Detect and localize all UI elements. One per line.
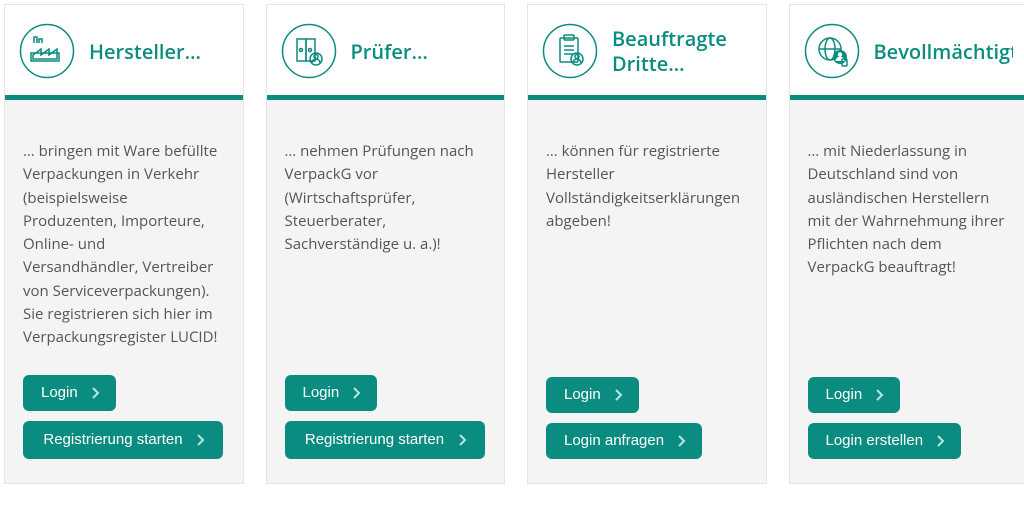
login-button[interactable]: Login bbox=[23, 375, 116, 411]
card-description: … bringen mit Ware befüllte Verpackungen… bbox=[23, 140, 225, 349]
login-button[interactable]: Login bbox=[285, 375, 378, 411]
button-label: Login erstellen bbox=[826, 432, 924, 450]
card-description: … mit Niederlassung in Deutschland sind … bbox=[808, 140, 1010, 351]
card-header: Bevollmächtigte… bbox=[790, 5, 1024, 95]
register-button[interactable]: Registrierung starten bbox=[23, 421, 223, 459]
globe-user-icon bbox=[804, 23, 860, 79]
clipboard-user-icon bbox=[542, 23, 598, 79]
login-button[interactable]: Login bbox=[808, 377, 901, 413]
card-actions: Login Registrierung starten bbox=[285, 375, 487, 459]
chevron-right-icon bbox=[353, 387, 361, 399]
card-title: Hersteller… bbox=[89, 39, 201, 64]
card-body: … können für registrierte Hersteller Vol… bbox=[528, 100, 766, 483]
chevron-right-icon bbox=[876, 389, 884, 401]
binders-icon bbox=[281, 23, 337, 79]
role-cards: Hersteller… … bringen mit Ware befüllte … bbox=[4, 4, 1024, 484]
card-header: Beauftragte Dritte… bbox=[528, 5, 766, 95]
card-body: … bringen mit Ware befüllte Verpackungen… bbox=[5, 100, 243, 483]
card-title: Beauftragte Dritte… bbox=[612, 26, 752, 76]
chevron-right-icon bbox=[92, 387, 100, 399]
login-create-button[interactable]: Login erstellen bbox=[808, 423, 962, 459]
card-header: Prüfer… bbox=[267, 5, 505, 95]
button-label: Registrierung starten bbox=[43, 431, 183, 449]
button-label: Login bbox=[41, 384, 78, 402]
card-beauftragte-dritte: Beauftragte Dritte… … können für registr… bbox=[527, 4, 767, 484]
card-actions: Login Registrierung starten bbox=[23, 375, 225, 459]
login-button[interactable]: Login bbox=[546, 377, 639, 413]
chevron-right-icon bbox=[937, 435, 945, 447]
card-actions: Login Login anfragen bbox=[546, 377, 748, 459]
register-button[interactable]: Registrierung starten bbox=[285, 421, 485, 459]
button-label: Login bbox=[564, 386, 601, 404]
card-bevollmaechtigte: Bevollmächtigte… … mit Niederlassung in … bbox=[789, 4, 1024, 484]
chevron-right-icon bbox=[615, 389, 623, 401]
button-label: Login bbox=[303, 384, 340, 402]
card-title: Prüfer… bbox=[351, 39, 428, 64]
card-body: … nehmen Prüfungen nach VerpackG vor (Wi… bbox=[267, 100, 505, 483]
card-header: Hersteller… bbox=[5, 5, 243, 95]
factory-icon bbox=[19, 23, 75, 79]
card-title: Bevollmächtigte… bbox=[874, 39, 1014, 64]
button-label: Login bbox=[826, 386, 863, 404]
card-body: … mit Niederlassung in Deutschland sind … bbox=[790, 100, 1024, 483]
chevron-right-icon bbox=[459, 434, 467, 446]
card-description: … nehmen Prüfungen nach VerpackG vor (Wi… bbox=[285, 140, 487, 349]
card-description: … können für registrierte Hersteller Vol… bbox=[546, 140, 748, 351]
card-pruefer: Prüfer… … nehmen Prüfungen nach VerpackG… bbox=[266, 4, 506, 484]
button-label: Registrierung starten bbox=[305, 431, 445, 449]
chevron-right-icon bbox=[678, 435, 686, 447]
chevron-right-icon bbox=[197, 434, 205, 446]
button-label: Login anfragen bbox=[564, 432, 664, 450]
login-request-button[interactable]: Login anfragen bbox=[546, 423, 702, 459]
card-actions: Login Login erstellen bbox=[808, 377, 1010, 459]
card-hersteller: Hersteller… … bringen mit Ware befüllte … bbox=[4, 4, 244, 484]
